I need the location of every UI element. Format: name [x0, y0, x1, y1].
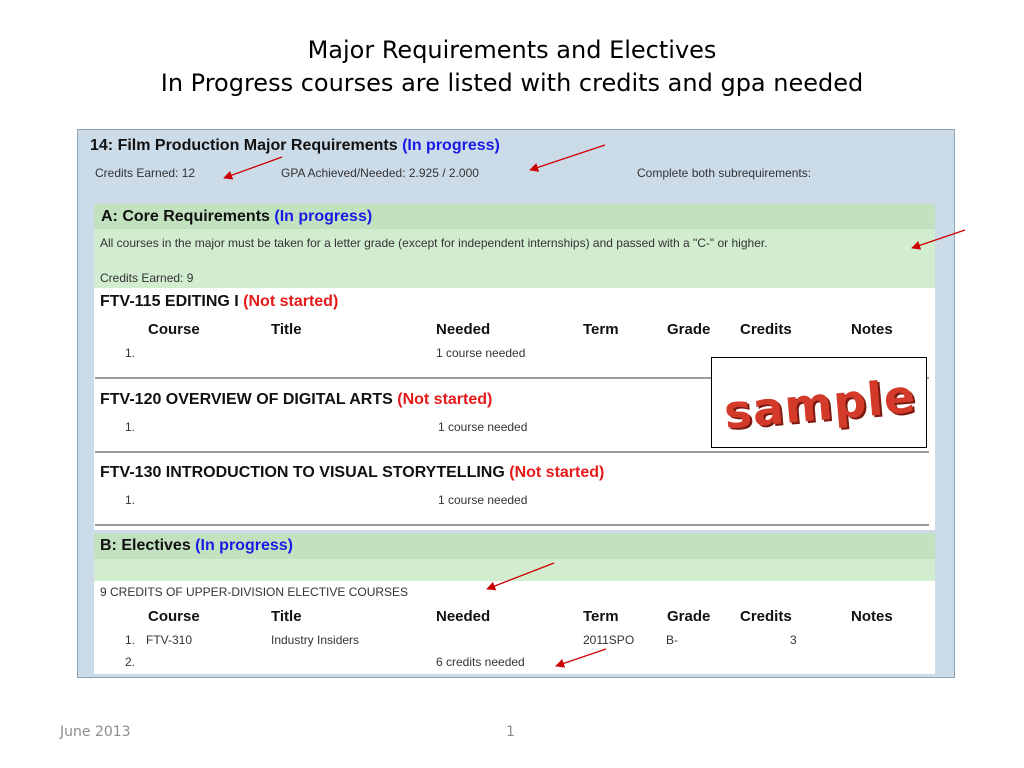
- major-credits-earned: Credits Earned: 12: [95, 166, 196, 180]
- electives-heading: B: Electives (In progress): [100, 537, 293, 555]
- column-header-term: Term: [583, 321, 619, 338]
- core-status: (In progress): [274, 208, 373, 225]
- row-number: 1.: [125, 346, 136, 360]
- column-header-title: Title: [271, 321, 302, 338]
- row-course: FTV-310: [146, 633, 193, 647]
- page-number: 1: [506, 724, 515, 740]
- core-title: A: Core Requirements: [101, 208, 270, 225]
- column-header-term: Term: [583, 608, 619, 625]
- slide-title-line2: In Progress courses are listed with cred…: [160, 69, 864, 97]
- row-number: 1.: [125, 493, 136, 507]
- row-number: 1.: [125, 633, 136, 647]
- sample-stamp-text: sample: [721, 368, 919, 439]
- major-title: 14: Film Production Major Requirements: [90, 137, 398, 154]
- slide-title-line1: Major Requirements and Electives: [307, 36, 717, 64]
- core-credits-earned: Credits Earned: 9: [100, 271, 194, 285]
- major-instruction: Complete both subrequirements:: [637, 166, 812, 180]
- column-header-needed: Needed: [436, 608, 491, 625]
- electives-description: 9 CREDITS OF UPPER-DIVISION ELECTIVE COU…: [100, 585, 409, 599]
- electives-title: B: Electives: [100, 537, 191, 554]
- major-status: (In progress): [402, 137, 500, 154]
- column-header-grade: Grade: [667, 608, 711, 625]
- row-credits: 3: [790, 633, 797, 647]
- column-header-grade: Grade: [667, 321, 711, 338]
- course-name: FTV-130 INTRODUCTION TO VISUAL STORYTELL…: [100, 464, 505, 481]
- footer-date: June 2013: [60, 724, 131, 740]
- course-status: (Not started): [509, 464, 605, 481]
- core-heading: A: Core Requirements (In progress): [101, 208, 372, 226]
- electives-status: (In progress): [195, 537, 293, 554]
- course-name: FTV-115 EDITING I: [100, 293, 239, 310]
- column-header-course: Course: [148, 321, 200, 338]
- column-header-course: Course: [148, 608, 200, 625]
- row-grade: B-: [666, 633, 678, 647]
- slide-title: Major Requirements and Electives In Prog…: [0, 34, 1024, 100]
- row-needed: 1 course needed: [436, 346, 526, 360]
- core-note: All courses in the major must be taken f…: [100, 236, 768, 250]
- column-header-notes: Notes: [851, 321, 893, 338]
- row-number: 2.: [125, 655, 136, 669]
- divider: [95, 524, 929, 526]
- course-name: FTV-120 OVERVIEW OF DIGITAL ARTS: [100, 391, 393, 408]
- column-header-credits: Credits: [740, 321, 792, 338]
- row-needed: 1 course needed: [438, 493, 528, 507]
- course-status: (Not started): [243, 293, 339, 310]
- column-header-title: Title: [271, 608, 302, 625]
- column-header-credits: Credits: [740, 608, 792, 625]
- row-title: Industry Insiders: [271, 633, 360, 647]
- column-header-notes: Notes: [851, 608, 893, 625]
- row-term: 2011SPO: [583, 633, 635, 647]
- column-header-needed: Needed: [436, 321, 491, 338]
- row-needed: 6 credits needed: [436, 655, 525, 669]
- course-heading: FTV-120 OVERVIEW OF DIGITAL ARTS (Not st…: [100, 391, 492, 409]
- major-gpa: GPA Achieved/Needed: 2.925 / 2.000: [281, 166, 479, 180]
- row-number: 1.: [125, 420, 136, 434]
- course-heading: FTV-130 INTRODUCTION TO VISUAL STORYTELL…: [100, 464, 604, 482]
- course-status: (Not started): [397, 391, 493, 408]
- electives-band: [94, 559, 935, 581]
- course-heading: FTV-115 EDITING I (Not started): [100, 293, 338, 311]
- sample-stamp: sample: [711, 357, 927, 448]
- row-needed: 1 course needed: [438, 420, 528, 434]
- divider: [95, 451, 929, 453]
- major-heading: 14: Film Production Major Requirements (…: [90, 137, 500, 155]
